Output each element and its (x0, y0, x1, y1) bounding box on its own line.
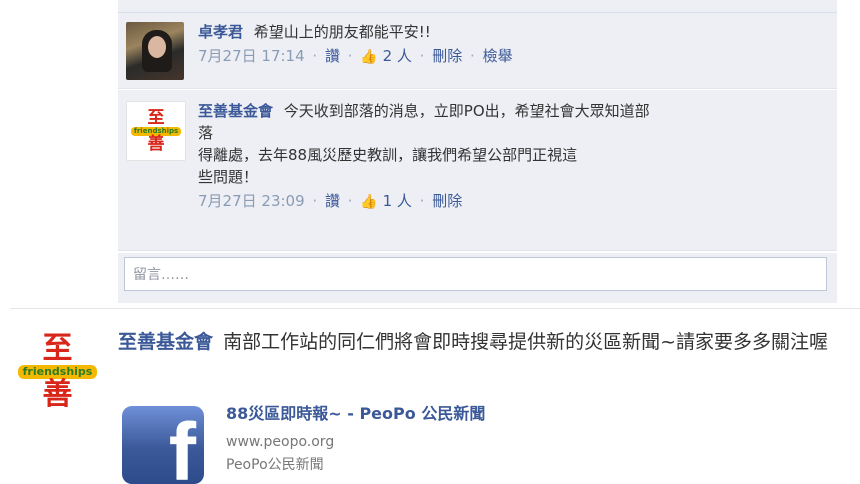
commenter-avatar[interactable] (126, 22, 184, 80)
separator-dot: · (312, 47, 318, 65)
thumbs-up-icon: 👍 (360, 194, 378, 210)
separator-dot: · (419, 192, 425, 210)
comment-body: 至善基金會 今天收到部落的消息，立即PO出，希望社會大眾知道部 落 得離處，去年… (198, 100, 829, 213)
comment-author-link[interactable]: 卓孝君 (198, 23, 243, 41)
comment-text-line: 些問題！ (198, 168, 259, 186)
separator-dot: · (470, 47, 475, 65)
comment-author-link[interactable]: 至善基金會 (198, 102, 273, 120)
link-attachment[interactable]: f 88災區即時報~ - PeoPo 公民新聞 www.peopo.org Pe… (118, 398, 818, 484)
attachment-source: PeoPo公民新聞 (226, 457, 324, 473)
delete-link[interactable]: 刪除 (432, 192, 462, 210)
separator-dot: · (347, 192, 353, 210)
like-count[interactable]: 2 人 (383, 47, 412, 65)
report-link[interactable]: 檢舉 (483, 47, 513, 65)
comment-text-line: 落 (198, 124, 214, 142)
comment-meta: 7月27日 23:09 · 讚 · 👍 1 人 · 刪除 (198, 190, 829, 213)
comment-body: 卓孝君 希望山上的朋友都能平安!! 7月27日 17:14 · 讚 · 👍 2 … (198, 21, 829, 68)
comment-item: 至 friendships 善 至善基金會 今天收到部落的消息，立即PO出，希望… (118, 90, 837, 251)
comment-input[interactable]: 留言…… (124, 257, 827, 291)
logo-char-top: 至 (147, 107, 165, 128)
delete-link[interactable]: 刪除 (432, 47, 462, 65)
logo-char-bottom: 善 (147, 133, 165, 154)
comment-list: 卓孝君 希望山上的朋友都能平安!! 7月27日 17:14 · 讚 · 👍 2 … (118, 13, 837, 303)
separator-dot: · (419, 47, 425, 65)
post-author-avatar[interactable]: 至 friendships 善 (17, 331, 98, 412)
like-count[interactable]: 1 人 (383, 192, 412, 210)
previous-comment-strip (118, 0, 837, 13)
comment-meta: 7月27日 17:14 · 讚 · 👍 2 人 · 刪除 · 檢舉 (198, 45, 829, 68)
foundation-avatar[interactable]: 至 friendships 善 (126, 101, 186, 161)
like-link[interactable]: 讚 (325, 192, 340, 210)
avatar-face (148, 36, 166, 58)
post-author-link[interactable]: 至善基金會 (118, 331, 213, 353)
attachment-title-link[interactable]: 88災區即時報~ - PeoPo 公民新聞 (226, 400, 485, 424)
separator-dot: · (347, 47, 353, 65)
post-text: 南部工作站的同仁們將會即時搜尋提供新的災區新聞~請家要多多關注喔 (223, 331, 828, 353)
facebook-icon[interactable]: f (122, 406, 204, 484)
logo-char-top: 至 (42, 331, 73, 366)
reply-area: 留言…… (118, 253, 837, 303)
post-divider (10, 308, 860, 309)
logo-char-bottom: 善 (42, 377, 73, 412)
thumbs-up-icon: 👍 (360, 49, 378, 65)
separator-dot: · (312, 192, 318, 210)
comment-text: 希望山上的朋友都能平安!! (253, 23, 431, 41)
attachment-url: www.peopo.org (226, 434, 335, 450)
comment-item: 卓孝君 希望山上的朋友都能平安!! 7月27日 17:14 · 讚 · 👍 2 … (118, 13, 837, 89)
comment-time[interactable]: 7月27日 23:09 (198, 192, 305, 210)
comment-time[interactable]: 7月27日 17:14 (198, 47, 305, 65)
post-content: 至善基金會 南部工作站的同仁們將會即時搜尋提供新的災區新聞~請家要多多關注喔 (118, 330, 860, 354)
comment-text-line: 今天收到部落的消息，立即PO出，希望社會大眾知道部 (283, 102, 650, 120)
facebook-f-glyph: f (168, 407, 196, 484)
comment-text-line: 得離處，去年88風災歷史教訓，讓我們希望公部門正視這 (198, 146, 578, 164)
like-link[interactable]: 讚 (325, 47, 340, 65)
